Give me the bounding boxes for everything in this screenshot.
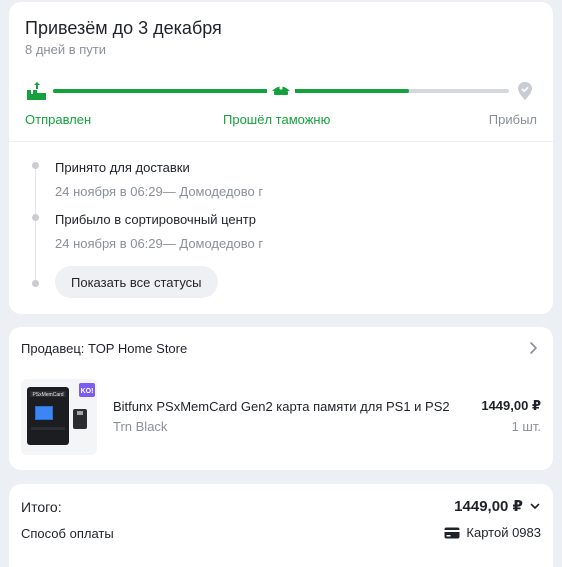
delivery-duration: 8 дней в пути: [25, 42, 106, 57]
progress-fill: [53, 89, 409, 93]
location-pin-check-icon: [511, 79, 539, 103]
stage-label-sent: Отправлен: [25, 112, 92, 127]
order-item-card: Продавец: TOP Home Store PSxMemCard KO! …: [9, 327, 553, 470]
timeline-line: [35, 165, 36, 283]
timeline-event-meta: 24 ноября в 06:29— Домодедово г: [55, 236, 264, 251]
stage-label-arrived: Прибыл: [488, 112, 537, 127]
timeline-dot: [32, 280, 39, 287]
product-variant: Trn Black: [113, 419, 168, 434]
thumb-device-label: PSxMemCard: [32, 392, 63, 398]
divider: [9, 141, 553, 142]
order-summary-card: Итого: 1449,00 ₽ Способ оплаты Картой 09…: [9, 484, 553, 567]
timeline-event-meta: 24 ноября в 06:29— Домодедово г: [55, 184, 264, 199]
product-price: 1449,00 ₽: [481, 398, 541, 413]
shipped-parcels-icon: [23, 79, 51, 103]
credit-card-icon: [444, 527, 460, 538]
seller-row[interactable]: Продавец: TOP Home Store: [9, 327, 553, 369]
stage-label-customs: Прошёл таможню: [223, 112, 331, 127]
timeline-dot: [32, 162, 39, 169]
timeline-event-title: Прибыло в сортировочный центр: [55, 212, 256, 227]
thumb-badge: KO!: [81, 388, 94, 395]
timeline-event-title: Принято для доставки: [55, 160, 190, 175]
chevron-right-icon: [530, 342, 537, 354]
payment-method: Картой 0983: [444, 525, 541, 540]
show-all-statuses-button[interactable]: Показать все статусы: [55, 266, 218, 298]
product-thumbnail[interactable]: PSxMemCard KO!: [21, 379, 97, 455]
total-label: Итого:: [21, 499, 62, 515]
chevron-down-icon: [530, 503, 540, 509]
total-value: 1449,00 ₽: [454, 498, 523, 515]
payment-method-value: Картой 0983: [466, 525, 541, 540]
customs-officer-cap-icon: [267, 79, 295, 103]
product-quantity: 1 шт.: [511, 419, 541, 434]
delivery-title: Привезём до 3 декабря: [25, 18, 222, 38]
delivery-card: Привезём до 3 декабря 8 дней в пути Отпр…: [9, 2, 553, 314]
total-toggle[interactable]: 1449,00 ₽: [454, 497, 541, 515]
payment-method-label: Способ оплаты: [21, 526, 114, 541]
seller-label: Продавец: TOP Home Store: [21, 341, 188, 356]
timeline-dot: [32, 214, 39, 221]
product-name[interactable]: Bitfunx PSxMemCard Gen2 карта памяти для…: [113, 399, 450, 414]
